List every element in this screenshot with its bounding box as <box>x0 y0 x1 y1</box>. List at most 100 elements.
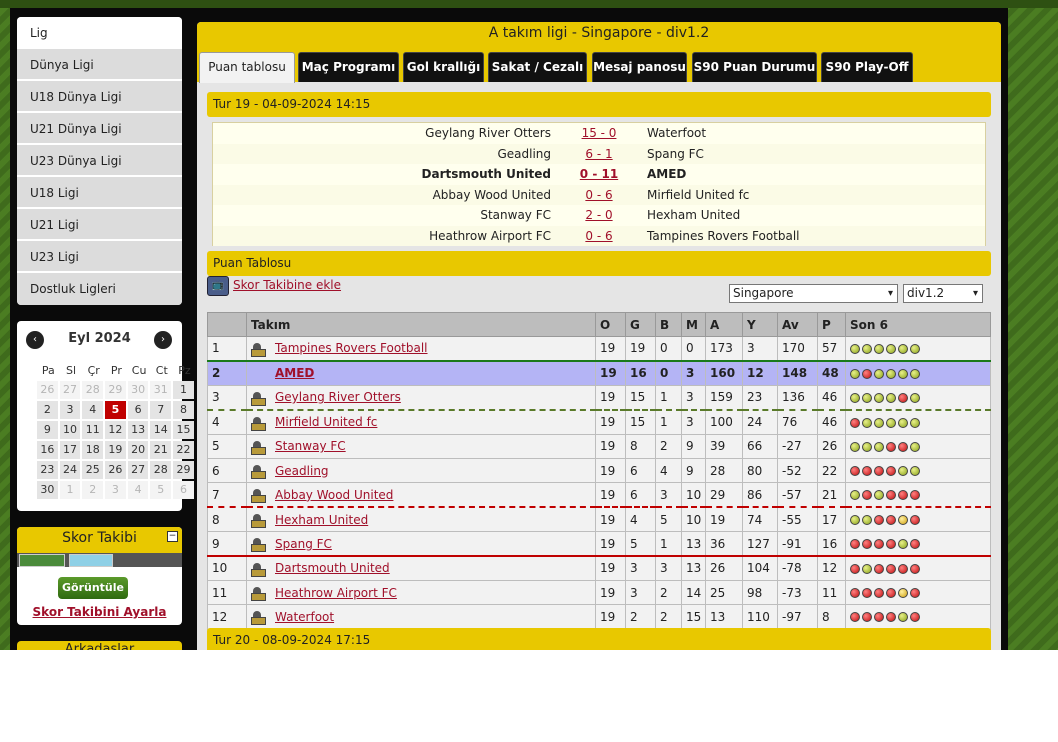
calendar-day[interactable]: 5 <box>150 481 172 499</box>
loss-dot-icon[interactable] <box>862 612 872 623</box>
win-dot-icon[interactable] <box>898 539 908 550</box>
loss-dot-icon[interactable] <box>874 515 884 526</box>
calendar-day[interactable]: 13 <box>127 421 149 439</box>
team-link[interactable]: Spang FC <box>275 537 332 551</box>
menu-item-dostluk-ligleri[interactable]: Dostluk Ligleri <box>17 273 182 305</box>
calendar-day[interactable]: 26 <box>37 381 58 399</box>
calendar-day[interactable]: 12 <box>105 421 126 439</box>
calendar-day[interactable]: 27 <box>127 461 149 479</box>
draw-dot-icon[interactable] <box>898 515 908 526</box>
team-link[interactable]: AMED <box>275 366 314 380</box>
win-dot-icon[interactable] <box>910 392 920 403</box>
division-select[interactable]: div1.2 ▾ <box>903 284 983 303</box>
calendar-day[interactable]: 28 <box>150 461 172 479</box>
loss-dot-icon[interactable] <box>886 466 896 477</box>
win-dot-icon[interactable] <box>874 490 884 501</box>
result-score-link[interactable]: 0 - 6 <box>579 226 619 246</box>
win-dot-icon[interactable] <box>898 466 908 477</box>
team-link[interactable]: Tampines Rovers Football <box>275 341 428 355</box>
loss-dot-icon[interactable] <box>886 588 896 599</box>
tab-gol-kralligi[interactable]: Gol krallığı <box>403 52 484 82</box>
loss-dot-icon[interactable] <box>910 588 920 599</box>
hockey-tab-icon[interactable] <box>69 554 113 567</box>
loss-dot-icon[interactable] <box>886 441 896 452</box>
loss-dot-icon[interactable] <box>898 490 908 501</box>
menu-item-u21-ligi[interactable]: U21 Ligi <box>17 209 182 241</box>
team-link[interactable]: Heathrow Airport FC <box>275 586 397 600</box>
calendar-day[interactable]: 16 <box>37 441 58 459</box>
country-select[interactable]: Singapore ▾ <box>729 284 898 303</box>
win-dot-icon[interactable] <box>874 368 884 379</box>
loss-dot-icon[interactable] <box>898 441 908 452</box>
result-score-link[interactable]: 2 - 0 <box>579 205 619 225</box>
team-link[interactable]: Geadling <box>275 464 329 478</box>
calendar-day[interactable]: 25 <box>82 461 104 479</box>
calendar-day[interactable]: 2 <box>37 401 58 419</box>
loss-dot-icon[interactable] <box>910 612 920 623</box>
win-dot-icon[interactable] <box>862 441 872 452</box>
loss-dot-icon[interactable] <box>862 368 872 379</box>
tab-sakat-cezali[interactable]: Sakat / Cezalı <box>488 52 587 82</box>
loss-dot-icon[interactable] <box>862 490 872 501</box>
win-dot-icon[interactable] <box>910 441 920 452</box>
calendar-day[interactable]: 28 <box>82 381 104 399</box>
calendar-day[interactable]: 27 <box>59 381 81 399</box>
calendar-day[interactable]: 9 <box>37 421 58 439</box>
team-link[interactable]: Hexham United <box>275 513 368 527</box>
loss-dot-icon[interactable] <box>874 539 884 550</box>
win-dot-icon[interactable] <box>886 417 896 428</box>
win-dot-icon[interactable] <box>898 612 908 623</box>
calendar-day[interactable]: 4 <box>127 481 149 499</box>
win-dot-icon[interactable] <box>898 343 908 354</box>
calendar-day[interactable]: 19 <box>105 441 126 459</box>
win-dot-icon[interactable] <box>862 392 872 403</box>
calendar-day[interactable]: 10 <box>59 421 81 439</box>
loss-dot-icon[interactable] <box>910 539 920 550</box>
loss-dot-icon[interactable] <box>874 588 884 599</box>
menu-item-u18-dunya-ligi[interactable]: U18 Dünya Ligi <box>17 81 182 113</box>
calendar-day[interactable]: 3 <box>59 401 81 419</box>
calendar-day[interactable]: 15 <box>173 421 194 439</box>
calendar-day[interactable]: 8 <box>173 401 194 419</box>
team-link[interactable]: Mirfield United fc <box>275 415 377 429</box>
team-link[interactable]: Waterfoot <box>275 610 334 624</box>
menu-item-u18-ligi[interactable]: U18 Ligi <box>17 177 182 209</box>
tv-icon[interactable]: 📺 <box>207 276 229 296</box>
win-dot-icon[interactable] <box>874 343 884 354</box>
win-dot-icon[interactable] <box>874 417 884 428</box>
win-dot-icon[interactable] <box>910 343 920 354</box>
loss-dot-icon[interactable] <box>850 417 860 428</box>
football-tab-icon[interactable] <box>19 554 65 567</box>
win-dot-icon[interactable] <box>862 563 872 574</box>
tab-s90-puan-durumu[interactable]: S90 Puan Durumu <box>692 52 817 82</box>
win-dot-icon[interactable] <box>862 417 872 428</box>
calendar-day[interactable]: 29 <box>105 381 126 399</box>
calendar-day[interactable]: 1 <box>173 381 194 399</box>
win-dot-icon[interactable] <box>862 343 872 354</box>
calendar-day[interactable]: 24 <box>59 461 81 479</box>
win-dot-icon[interactable] <box>910 466 920 477</box>
tab-s90-play-off[interactable]: S90 Play-Off <box>821 52 913 82</box>
loss-dot-icon[interactable] <box>862 539 872 550</box>
chevron-right-icon[interactable]: › <box>154 331 172 349</box>
win-dot-icon[interactable] <box>886 368 896 379</box>
calendar-day[interactable]: 6 <box>127 401 149 419</box>
score-tracker-settings-link[interactable]: Skor Takibini Ayarla <box>17 605 182 619</box>
menu-item-u23-ligi[interactable]: U23 Ligi <box>17 241 182 273</box>
menu-item-dunya-ligi[interactable]: Dünya Ligi <box>17 49 182 81</box>
loss-dot-icon[interactable] <box>850 588 860 599</box>
win-dot-icon[interactable] <box>910 368 920 379</box>
win-dot-icon[interactable] <box>850 343 860 354</box>
calendar-day[interactable]: 1 <box>59 481 81 499</box>
loss-dot-icon[interactable] <box>874 563 884 574</box>
team-link[interactable]: Stanway FC <box>275 439 346 453</box>
tab-mesaj-panosu[interactable]: Mesaj panosu <box>592 52 687 82</box>
loss-dot-icon[interactable] <box>874 612 884 623</box>
calendar-day[interactable]: 29 <box>173 461 194 479</box>
loss-dot-icon[interactable] <box>886 563 896 574</box>
win-dot-icon[interactable] <box>850 392 860 403</box>
calendar-day[interactable]: 6 <box>173 481 194 499</box>
calendar-day[interactable]: 14 <box>150 421 172 439</box>
calendar-day[interactable]: 30 <box>127 381 149 399</box>
win-dot-icon[interactable] <box>850 441 860 452</box>
